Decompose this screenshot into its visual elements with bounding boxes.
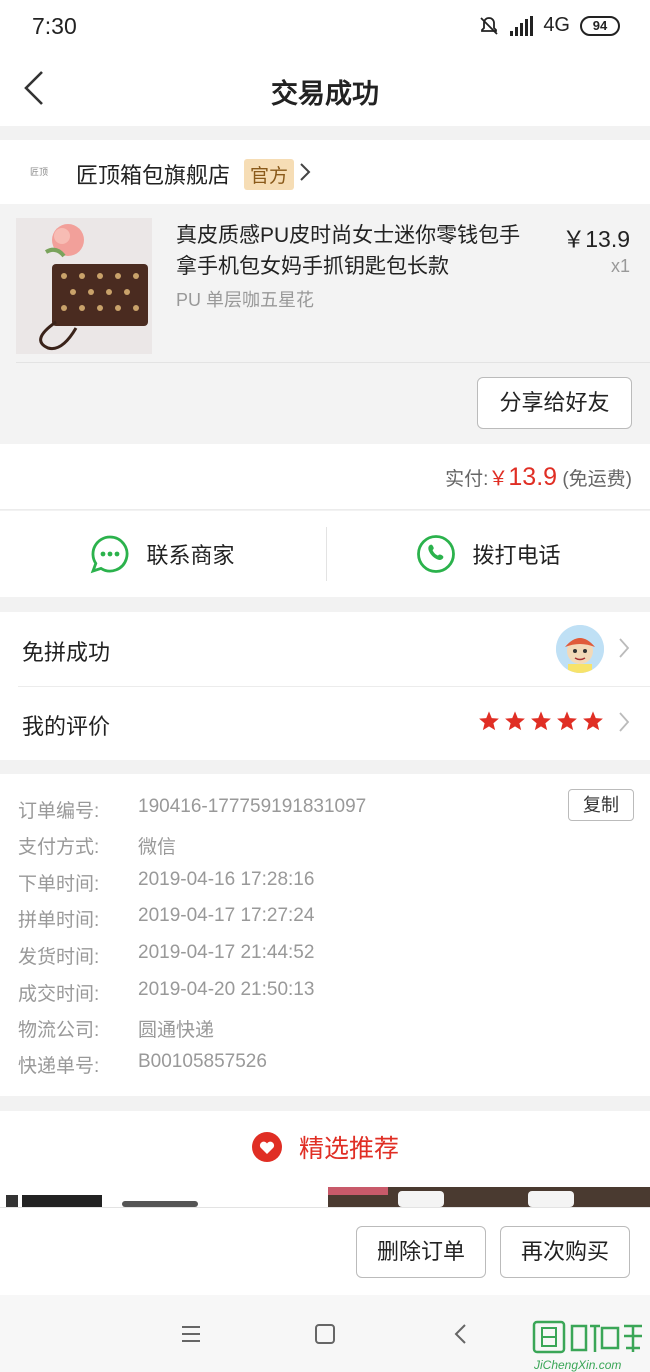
phone-icon xyxy=(417,535,456,573)
info-key: 快递单号: xyxy=(18,1056,100,1077)
delete-order-button[interactable]: 删除订单 xyxy=(356,1226,486,1278)
back-nav-icon[interactable] xyxy=(444,1317,478,1351)
mute-bell-icon xyxy=(480,16,498,35)
order-info-line: 下单时间: 2019-04-16 17:28:16 xyxy=(18,869,314,896)
info-key: 发货时间: xyxy=(18,947,100,968)
product-image[interactable] xyxy=(16,218,152,354)
star-icon xyxy=(531,711,551,731)
recommend-header: 精选推荐 xyxy=(0,1129,650,1165)
chevron-right-icon xyxy=(619,638,630,658)
star-icon xyxy=(557,711,577,731)
share-button[interactable]: 分享给好友 xyxy=(477,377,632,429)
rating-stars xyxy=(478,710,604,732)
nav-bar: 交易成功 xyxy=(0,52,650,126)
info-key: 支付方式: xyxy=(18,837,100,858)
product-quantity: x1 xyxy=(610,256,630,276)
paid-amount: 13.9 xyxy=(508,463,558,491)
watermark-url: JiChengXin.com xyxy=(534,1358,622,1372)
info-key: 下单时间: xyxy=(18,874,100,895)
status-bar: 7:30 4G 94 xyxy=(0,0,650,52)
paid-label: 实付: xyxy=(445,469,489,490)
product-spec: PU 单层咖五星花 xyxy=(176,290,315,310)
my-review-label: 我的评价 xyxy=(22,714,111,739)
paid-currency: ￥ xyxy=(488,468,509,490)
recommend-section: 精选推荐 xyxy=(0,1111,650,1207)
payment-summary: 实付:￥13.9 (免运费) xyxy=(0,444,650,510)
info-value: 2019-04-17 17:27:24 xyxy=(138,905,315,926)
info-value: 2019-04-20 21:50:13 xyxy=(138,979,315,1000)
order-info-line: 物流公司: 圆通快递 xyxy=(18,1015,214,1042)
order-info-line: 订单编号: 190416-177759191831097 xyxy=(18,796,366,823)
my-review-row[interactable]: 我的评价 xyxy=(0,686,650,760)
heart-badge-icon xyxy=(251,1132,282,1162)
shop-header[interactable]: 匠顶 匠顶箱包旗舰店 官方 xyxy=(0,140,650,204)
order-info: 订单编号: 190416-177759191831097 支付方式: 微信 下单时间… xyxy=(0,774,650,1096)
payment-line: 实付:￥13.9 (免运费) xyxy=(445,462,632,492)
signal-icon xyxy=(510,15,534,36)
menu-icon[interactable] xyxy=(174,1317,208,1351)
battery-icon: 94 xyxy=(580,15,620,36)
contact-merchant-label: 联系商家 xyxy=(146,543,235,568)
order-info-line: 支付方式: 微信 xyxy=(18,832,176,859)
product-card[interactable]: 真皮质感PU皮时尚女士迷你零钱包手拿手机包女妈手抓钥匙包长款 PU 单层咖五星花… xyxy=(0,204,650,444)
info-key: 成交时间: xyxy=(18,984,100,1005)
call-phone-button[interactable]: 拨打电话 xyxy=(326,511,650,597)
recommend-item-image[interactable] xyxy=(328,1187,650,1207)
product-title[interactable]: 真皮质感PU皮时尚女士迷你零钱包手拿手机包女妈手抓钥匙包长款 xyxy=(176,220,536,282)
info-value: B00105857526 xyxy=(138,1051,267,1072)
order-info-line: 拼单时间: 2019-04-17 17:27:24 xyxy=(18,905,314,932)
order-info-line: 成交时间: 2019-04-20 21:50:13 xyxy=(18,979,314,1006)
info-value: 2019-04-16 17:28:16 xyxy=(138,869,315,890)
order-info-line: 快递单号: B00105857526 xyxy=(18,1051,267,1078)
group-success-label: 免拼成功 xyxy=(22,640,111,665)
info-value: 微信 xyxy=(138,837,177,858)
call-phone-label: 拨打电话 xyxy=(472,543,561,568)
group-success-row[interactable]: 免拼成功 xyxy=(0,612,650,686)
shop-name[interactable]: 匠顶箱包旗舰店 xyxy=(76,158,230,190)
chat-icon xyxy=(91,535,129,574)
order-info-line: 发货时间: 2019-04-17 21:44:52 xyxy=(18,942,314,969)
status-icons: 4G 94 xyxy=(478,14,620,37)
network-label: 4G xyxy=(543,14,570,36)
recommend-title: 精选推荐 xyxy=(298,1135,399,1163)
status-rows: 免拼成功 我的评价 xyxy=(0,612,650,760)
status-time: 7:30 xyxy=(32,13,77,39)
product-price: ￥13.9 xyxy=(562,226,630,252)
official-badge: 官方 xyxy=(244,159,295,190)
info-key: 订单编号: xyxy=(18,801,100,822)
info-key: 拼单时间: xyxy=(18,910,100,931)
divider xyxy=(16,362,650,363)
star-icon xyxy=(583,711,603,731)
info-value: 190416-177759191831097 xyxy=(138,796,367,817)
watermark-logo: JiChengXin.com xyxy=(528,1318,648,1372)
copy-button[interactable]: 复制 xyxy=(568,789,634,821)
star-icon xyxy=(479,711,499,731)
contact-merchant-button[interactable]: 联系商家 xyxy=(0,511,325,597)
rebuy-button[interactable]: 再次购买 xyxy=(500,1226,630,1278)
recommend-item-image[interactable] xyxy=(6,1193,202,1207)
avatar[interactable] xyxy=(556,625,604,673)
star-icon xyxy=(505,711,525,731)
bottom-action-bar: 删除订单 再次购买 xyxy=(0,1207,650,1295)
contact-bar: 联系商家 拨打电话 xyxy=(0,511,650,597)
info-value: 2019-04-17 21:44:52 xyxy=(138,942,315,963)
chevron-right-icon xyxy=(619,712,630,732)
shipping-note: (免运费) xyxy=(562,469,632,490)
info-key: 物流公司: xyxy=(18,1020,100,1041)
chevron-right-icon xyxy=(300,163,311,181)
info-value: 圆通快递 xyxy=(138,1020,215,1041)
home-icon[interactable] xyxy=(308,1317,342,1351)
shop-logo: 匠顶 xyxy=(29,167,48,177)
page-title: 交易成功 xyxy=(271,79,379,109)
